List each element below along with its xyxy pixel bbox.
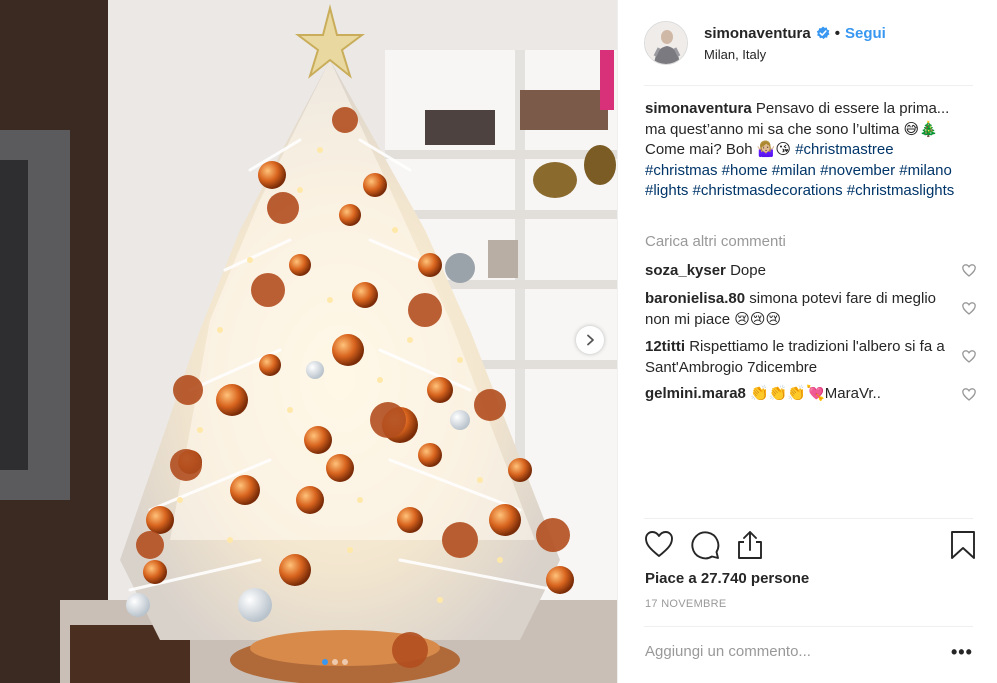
carousel-indicator — [322, 659, 348, 665]
verified-badge-icon — [816, 26, 830, 40]
post-photo[interactable] — [0, 0, 617, 683]
share-upload-icon[interactable] — [736, 530, 764, 560]
likes-count[interactable]: Piace a 27.740 persone — [645, 570, 809, 587]
christmas-tree-photo — [0, 0, 617, 683]
comment-item: gelmini.mara8 👏👏👏💘MaraVr.. — [645, 384, 950, 405]
bookmark-icon[interactable] — [950, 530, 976, 560]
comment-text: Rispettiamo le tradizioni l'albero si fa… — [645, 338, 945, 376]
comment-like-heart-icon[interactable] — [962, 388, 976, 401]
comment-item: 12titti Rispettiamo le tradizioni l'albe… — [645, 337, 950, 378]
caption-username[interactable]: simonaventura — [645, 100, 752, 117]
post-caption: simonaventura Pensavo di essere la prima… — [645, 99, 965, 202]
post-header: simonaventura • Segui Milan, Italy — [644, 15, 886, 71]
post-action-bar — [644, 530, 978, 560]
avatar[interactable] — [644, 21, 688, 65]
next-photo-button[interactable] — [576, 326, 604, 354]
header-separator: • — [834, 24, 840, 42]
heart-outline-icon[interactable] — [644, 530, 674, 558]
speech-bubble-icon[interactable] — [690, 530, 720, 560]
load-more-comments-button[interactable]: Carica altri commenti — [645, 233, 786, 250]
comment-item: baronielisa.80 simona potevi fare di meg… — [645, 289, 950, 330]
comment-username[interactable]: soza_kyser — [645, 262, 726, 279]
add-comment-input[interactable]: Aggiungi un commento... — [645, 643, 811, 660]
comment-divider — [644, 626, 973, 627]
header-divider — [644, 85, 973, 86]
comment-like-heart-icon[interactable] — [962, 264, 976, 277]
more-options-button[interactable]: ••• — [951, 642, 973, 663]
actions-divider — [644, 518, 973, 519]
post-location[interactable]: Milan, Italy — [704, 47, 886, 62]
comment-text: Dope — [730, 262, 766, 279]
carousel-dot — [332, 659, 338, 665]
comment-username[interactable]: 12titti — [645, 338, 685, 355]
post-date[interactable]: 17 NOVEMBRE — [645, 598, 727, 610]
comment-like-heart-icon[interactable] — [962, 302, 976, 315]
chevron-right-icon — [587, 334, 594, 346]
comment-text: 👏👏👏💘MaraVr.. — [750, 385, 881, 402]
follow-button[interactable]: Segui — [845, 25, 886, 42]
comment-item: soza_kyser Dope — [645, 261, 950, 282]
post-side-panel: simonaventura • Segui Milan, Italy simon… — [617, 0, 997, 683]
carousel-dot-active — [322, 659, 328, 665]
profile-picture — [645, 22, 687, 64]
comment-username[interactable]: baronielisa.80 — [645, 290, 745, 307]
carousel-dot — [342, 659, 348, 665]
comment-username[interactable]: gelmini.mara8 — [645, 385, 746, 402]
comment-like-heart-icon[interactable] — [962, 350, 976, 363]
post-author-username[interactable]: simonaventura — [704, 25, 811, 42]
